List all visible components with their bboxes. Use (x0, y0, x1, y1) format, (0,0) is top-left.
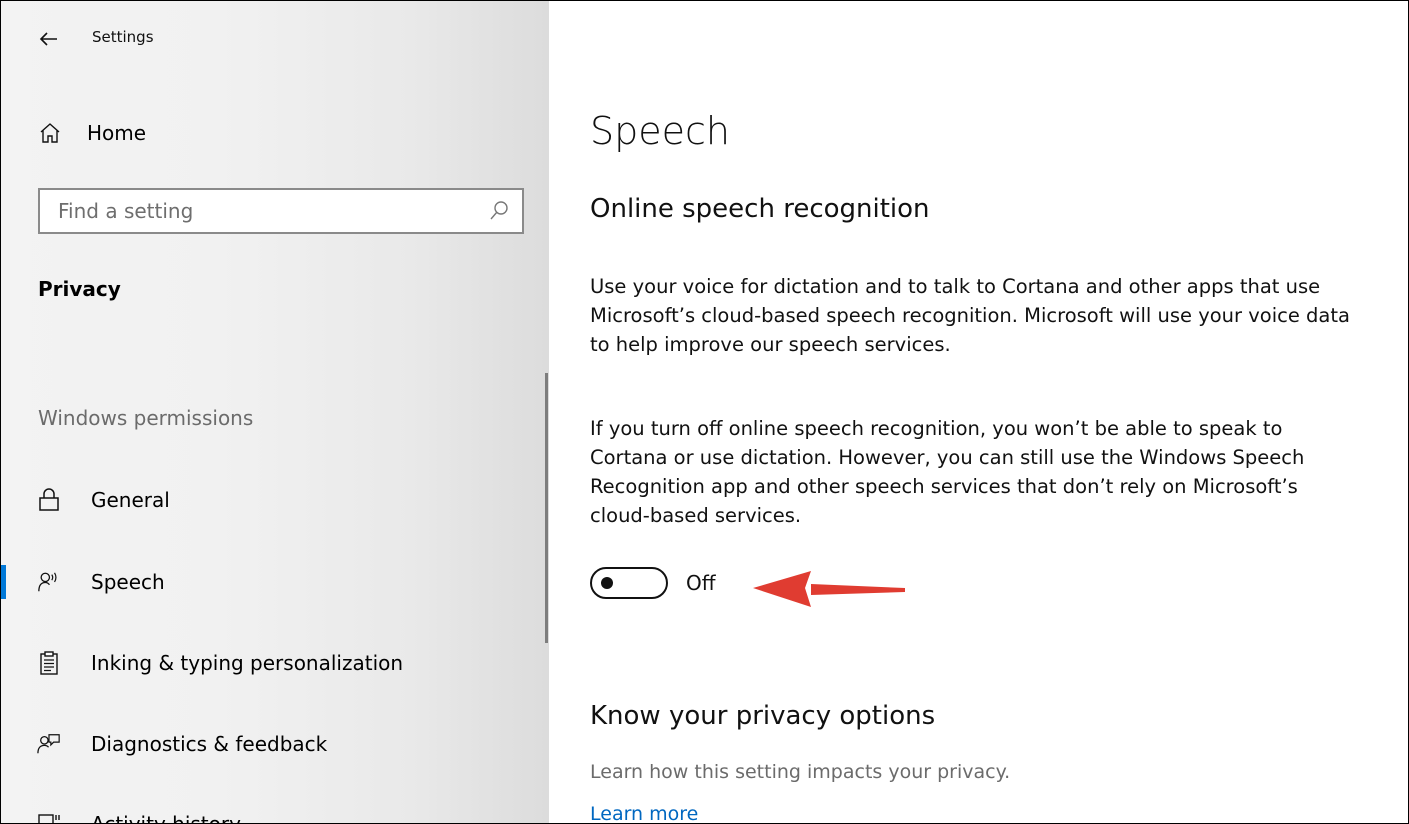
sidebar: Settings Home Privacy Windows permission… (1, 1, 549, 823)
red-arrow-annotation (753, 571, 905, 607)
selected-indicator (1, 565, 6, 599)
description-paragraph-1: Use your voice for dictation and to talk… (590, 275, 1350, 356)
activity-icon (37, 812, 61, 823)
privacy-heading: Know your privacy options (590, 701, 936, 731)
nav-home-label: Home (87, 121, 147, 145)
sidebar-item-general[interactable]: General (1, 480, 549, 520)
sidebar-item-label: Activity history (91, 812, 241, 823)
sidebar-item-diagnostics[interactable]: Diagnostics & feedback (1, 724, 549, 764)
learn-more-link[interactable]: Learn more (590, 803, 698, 823)
section-heading: Online speech recognition (590, 194, 930, 224)
settings-window: Settings Home Privacy Windows permission… (0, 0, 1409, 824)
group-label: Windows permissions (38, 406, 254, 430)
speech-icon (37, 570, 61, 594)
feedback-icon (37, 732, 61, 756)
sidebar-item-activity[interactable]: Activity history (1, 804, 549, 823)
sidebar-item-label: Inking & typing personalization (91, 651, 404, 675)
nav-home[interactable]: Home (39, 117, 146, 149)
back-arrow-icon (39, 32, 57, 46)
toggle-state-label: Off (686, 571, 716, 595)
sidebar-item-label: Diagnostics & feedback (91, 732, 328, 756)
home-icon (40, 123, 60, 143)
clipboard-icon (37, 651, 61, 675)
sidebar-item-inking[interactable]: Inking & typing personalization (1, 643, 549, 683)
sidebar-scrollbar[interactable] (545, 373, 548, 643)
section-title: Privacy (38, 277, 121, 301)
description-paragraph-2: If you turn off online speech recognitio… (590, 417, 1305, 527)
sidebar-item-speech[interactable]: Speech (1, 562, 549, 602)
lock-icon (37, 488, 61, 512)
app-title: Settings (92, 28, 154, 46)
search-input[interactable] (40, 190, 478, 232)
page-title: Speech (590, 109, 730, 153)
main-content: Speech Online speech recognition Use you… (549, 1, 1408, 823)
search-icon[interactable] (488, 200, 510, 222)
privacy-description: Learn how this setting impacts your priv… (590, 761, 1011, 783)
toggle-knob (601, 577, 613, 589)
sidebar-item-label: Speech (91, 570, 165, 594)
back-button[interactable] (39, 27, 59, 51)
online-speech-toggle[interactable] (590, 567, 668, 599)
online-speech-toggle-row: Off (590, 567, 716, 599)
sidebar-item-label: General (91, 488, 170, 512)
search-box[interactable] (38, 188, 524, 234)
